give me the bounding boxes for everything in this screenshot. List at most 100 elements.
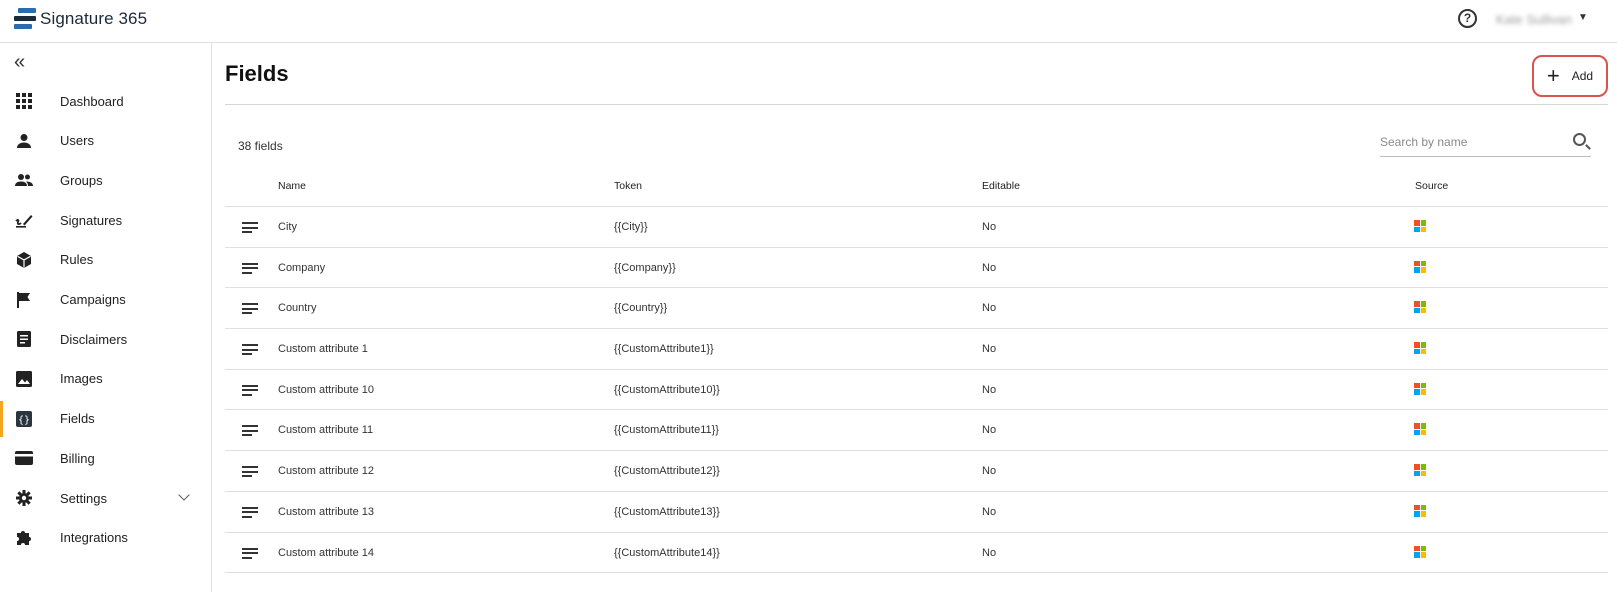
text-field-icon (242, 547, 258, 559)
sidebar-item-billing[interactable]: Billing (0, 438, 211, 478)
microsoft-icon (1414, 301, 1426, 314)
cell-editable: No (982, 546, 997, 559)
column-header-editable[interactable]: Editable (982, 180, 1020, 192)
cell-name: Custom attribute 10 (278, 383, 374, 396)
cell-token: {{CustomAttribute1}} (614, 343, 714, 356)
cell-name: Custom attribute 12 (278, 465, 374, 478)
cell-name: Custom attribute 14 (278, 546, 374, 559)
sidebar-item-label: Rules (60, 252, 94, 268)
sidebar-item-dashboard[interactable]: Dashboard (0, 81, 211, 121)
caret-down-icon[interactable]: ▼ (1578, 12, 1588, 23)
cell-name: Country (278, 302, 317, 315)
user-menu-name[interactable]: Kate Sullivan (1496, 12, 1572, 27)
sidebar-item-label: Fields (60, 411, 95, 427)
cell-token: {{Country}} (614, 302, 668, 315)
collapse-sidebar-icon[interactable]: « (14, 52, 25, 72)
flag-icon (15, 291, 33, 309)
cell-editable: No (982, 465, 997, 478)
text-field-icon (242, 506, 258, 518)
page-title: Fields (225, 61, 289, 86)
add-button-label: Add (1571, 69, 1594, 83)
microsoft-icon (1414, 464, 1426, 477)
cell-name: Custom attribute 13 (278, 505, 374, 518)
sidebar-item-signatures[interactable]: Signatures (0, 200, 211, 240)
search-input[interactable] (1380, 131, 1555, 153)
cell-editable: No (982, 221, 997, 233)
sidebar-item-images[interactable]: Images (0, 359, 211, 399)
cell-name: Custom attribute 11 (278, 424, 374, 437)
cell-token: {{Company}} (614, 261, 676, 274)
sidebar-item-fields[interactable]: {} Fields (0, 399, 211, 439)
sidebar-item-disclaimers[interactable]: Disclaimers (0, 319, 211, 359)
main-content: Fields + Add 38 fields Name Token Editab… (212, 43, 1617, 592)
sidebar-item-label: Signatures (60, 212, 123, 228)
sidebar-item-label: Integrations (60, 530, 128, 546)
table-row[interactable]: Custom attribute 12 {{CustomAttribute12}}… (225, 451, 1608, 492)
help-icon[interactable]: ? (1458, 9, 1477, 28)
signature-icon (15, 211, 33, 229)
svg-text:{}: {} (18, 415, 30, 426)
microsoft-icon (1414, 220, 1426, 232)
sidebar-item-label: Settings (60, 490, 107, 506)
credit-card-icon (15, 449, 33, 467)
microsoft-icon (1414, 260, 1426, 273)
sidebar-item-groups[interactable]: Groups (0, 160, 211, 200)
text-field-icon (242, 425, 258, 437)
cell-token: {{City}} (614, 221, 648, 233)
text-field-icon (242, 466, 258, 478)
microsoft-icon (1414, 504, 1426, 517)
people-icon (15, 171, 33, 189)
cell-editable: No (982, 424, 997, 437)
sidebar-item-users[interactable]: Users (0, 121, 211, 161)
add-field-button[interactable]: + Add (1532, 55, 1608, 97)
sidebar-item-settings[interactable]: Settings (0, 478, 211, 518)
text-field-icon (242, 303, 258, 315)
table-row[interactable]: Custom attribute 14 {{CustomAttribute14}}… (225, 533, 1608, 574)
cell-token: {{CustomAttribute12}} (614, 465, 720, 478)
table-row[interactable]: Country {{Country}} No (225, 288, 1608, 330)
table-row[interactable]: Company {{Company}} No (225, 248, 1608, 289)
column-header-token[interactable]: Token (614, 180, 642, 192)
table-row[interactable]: Custom attribute 13 {{CustomAttribute13}}… (225, 492, 1608, 533)
cell-editable: No (982, 343, 997, 356)
column-header-source[interactable]: Source (1415, 180, 1448, 192)
document-icon (15, 330, 33, 348)
title-divider (225, 104, 1608, 105)
cell-editable: No (982, 505, 997, 518)
cell-token: {{CustomAttribute10}} (614, 383, 720, 396)
microsoft-icon (1414, 545, 1426, 558)
text-field-icon (242, 344, 258, 356)
cell-name: City (278, 221, 297, 233)
text-field-icon (242, 262, 258, 274)
top-bar: Signature 365 ? Kate Sullivan ▼ (0, 0, 1617, 43)
sidebar-item-campaigns[interactable]: Campaigns (0, 280, 211, 320)
cell-editable: No (982, 302, 997, 315)
field-count: 38 fields (238, 139, 283, 153)
table-row[interactable]: Custom attribute 1 {{CustomAttribute1}} No (225, 329, 1608, 370)
sidebar-item-rules[interactable]: Rules (0, 240, 211, 280)
fields-table: Name Token Editable Source City {{City}} N… (225, 165, 1608, 574)
chevron-down-icon[interactable] (178, 489, 190, 501)
grid-icon (15, 92, 33, 110)
table-row[interactable]: City {{City}} No (225, 207, 1608, 248)
sidebar-item-label: Dashboard (60, 93, 124, 109)
sidebar-item-label: Disclaimers (60, 331, 128, 347)
app-logo[interactable]: Signature 365 (14, 8, 147, 30)
cell-name: Company (278, 261, 326, 274)
search-icon[interactable] (1573, 133, 1586, 146)
sidebar-item-integrations[interactable]: Integrations (0, 518, 211, 558)
table-row[interactable]: Custom attribute 11 {{CustomAttribute11}}… (225, 410, 1608, 452)
gear-icon (15, 489, 33, 507)
column-header-name[interactable]: Name (278, 180, 306, 192)
image-icon (15, 370, 33, 388)
table-header: Name Token Editable Source (225, 165, 1608, 207)
person-icon (15, 132, 33, 150)
table-row[interactable]: Custom attribute 10 {{CustomAttribute10}}… (225, 370, 1608, 411)
logo-text: Signature 365 (40, 9, 148, 28)
plus-icon: + (1546, 63, 1560, 88)
microsoft-icon (1414, 423, 1426, 436)
sidebar-item-label: Billing (60, 450, 95, 466)
code-brackets-icon: {} (15, 410, 33, 428)
cell-token: {{CustomAttribute14}} (614, 546, 720, 559)
puzzle-icon (15, 529, 33, 547)
